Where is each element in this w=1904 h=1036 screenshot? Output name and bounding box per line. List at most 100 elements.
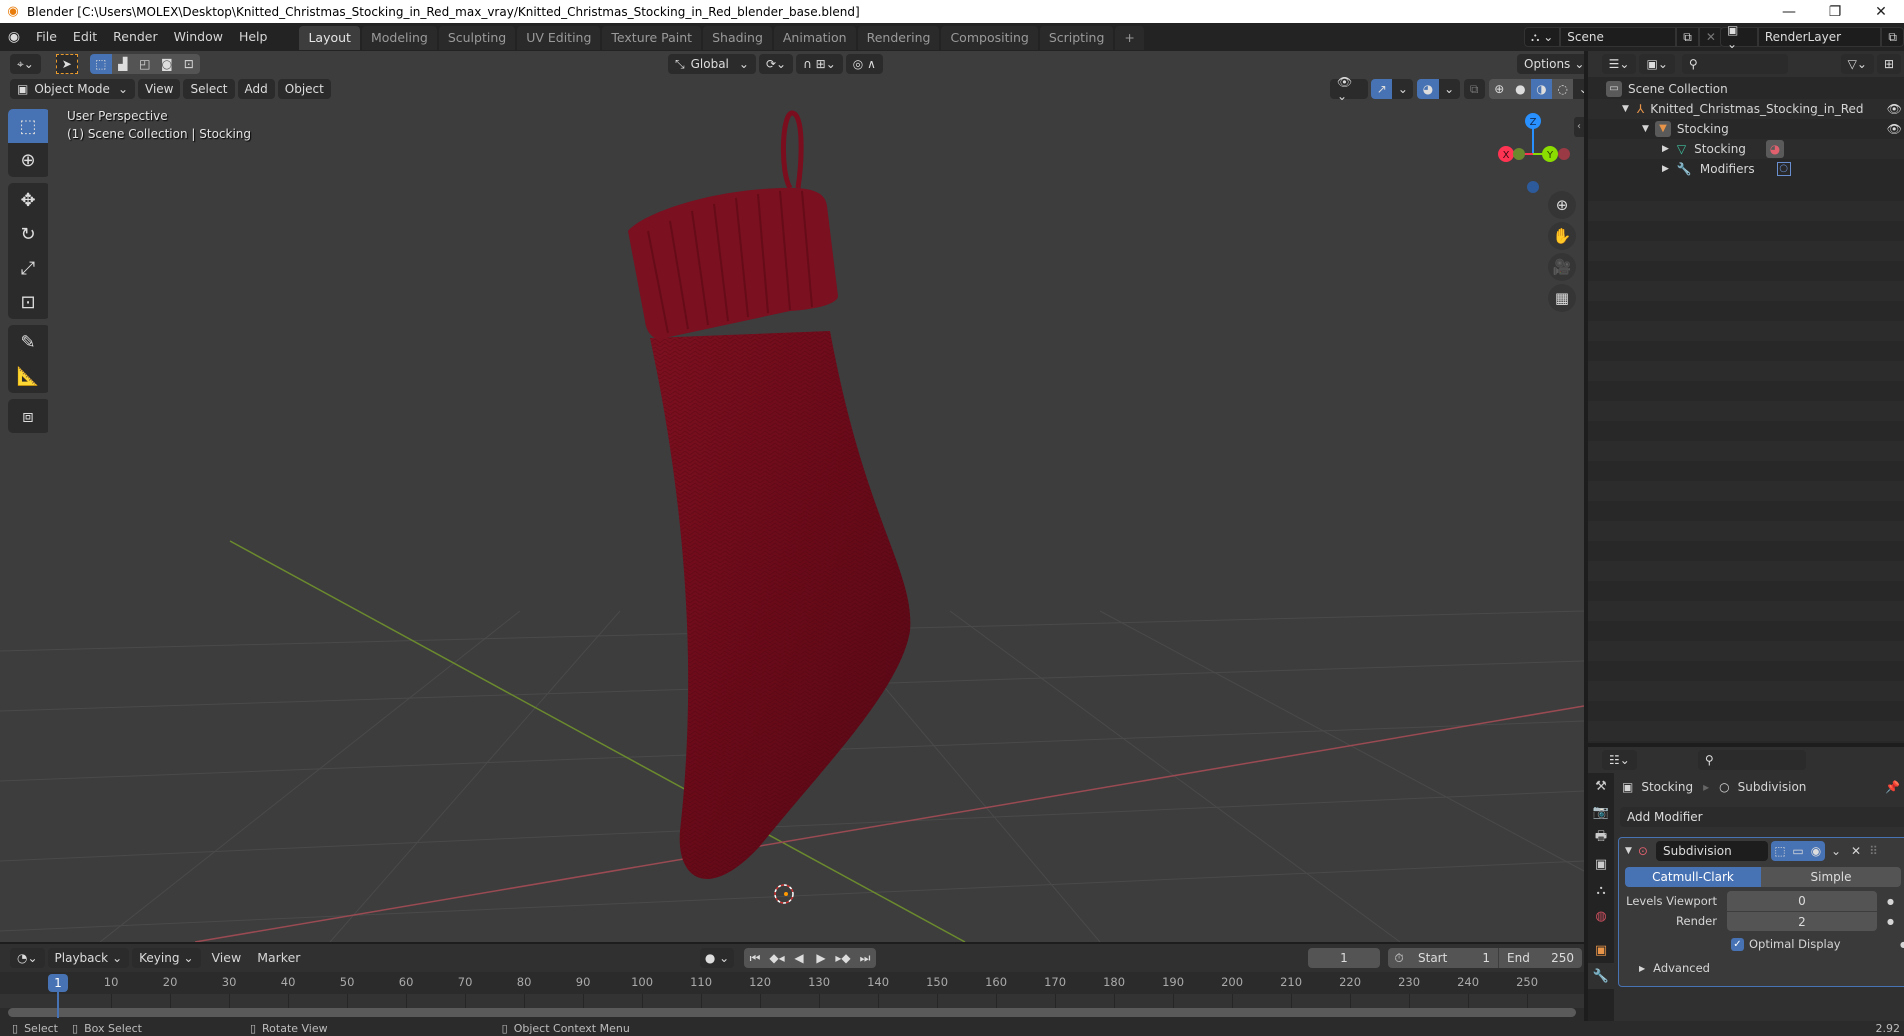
tab-layout[interactable]: Layout xyxy=(299,26,360,50)
outliner-editor-type-button[interactable]: ☰⌄ xyxy=(1601,54,1637,74)
overlays-toggle[interactable]: ◕ xyxy=(1417,79,1439,99)
next-keyframe-button[interactable]: ▸◆ xyxy=(832,948,854,968)
timeline-menu-playback[interactable]: Playback ⌄ xyxy=(47,948,130,968)
menu-window[interactable]: Window xyxy=(166,23,231,51)
simple-option[interactable]: Simple xyxy=(1761,867,1901,887)
maximize-button[interactable]: ❐ xyxy=(1812,0,1858,23)
tool-cursor[interactable]: ⊕ xyxy=(8,143,48,177)
gizmo-neg-y-axis[interactable] xyxy=(1513,148,1525,160)
visibility-eye-icon[interactable]: 👁 xyxy=(1887,122,1902,136)
navigation-gizmo[interactable]: Z X Y xyxy=(1490,106,1570,196)
ortho-toggle-button[interactable]: ▦ xyxy=(1548,284,1576,312)
prev-keyframe-button[interactable]: ◆◂ xyxy=(766,948,788,968)
proportional-editing-toggle[interactable]: ◎ ∧ xyxy=(845,54,883,74)
shading-rendered-button[interactable]: ◌ xyxy=(1552,79,1574,99)
shading-dropdown[interactable]: ⌄ xyxy=(1573,79,1584,99)
collapse-triangle-icon[interactable]: ▶ xyxy=(1662,144,1669,154)
auto-keying-toggle[interactable]: ● ⌄ xyxy=(700,948,734,968)
tool-add-cube[interactable]: ⧈ xyxy=(8,399,48,433)
visibility-eye-icon[interactable]: 👁 xyxy=(1887,102,1902,116)
chevron-down-icon[interactable]: ⌄ xyxy=(1831,844,1841,858)
tab-scene[interactable]: ⛬ xyxy=(1588,877,1614,903)
subdivision-modifier-icon[interactable]: ○ xyxy=(1776,162,1791,176)
render-levels-field[interactable]: 2 xyxy=(1727,911,1877,931)
add-workspace-button[interactable]: + xyxy=(1115,26,1144,50)
jump-end-button[interactable]: ⏭ xyxy=(854,948,876,968)
menu-help[interactable]: Help xyxy=(231,23,276,51)
outliner-row-collection[interactable]: ▼ ⅄ Knitted_Christmas_Stocking_in_Red 👁 xyxy=(1588,99,1904,119)
tab-animation[interactable]: Animation xyxy=(773,26,856,50)
frame-start-field[interactable]: Start 1 xyxy=(1410,948,1498,968)
gizmo-neg-z-axis[interactable] xyxy=(1527,181,1539,193)
viewport-menu-select[interactable]: Select xyxy=(183,79,235,99)
playhead[interactable]: 1 xyxy=(48,974,68,992)
select-mode-intersect-button[interactable]: ⊡ xyxy=(177,54,200,74)
blender-menu-icon[interactable]: ◉ xyxy=(0,29,28,45)
timeline-editor-type-button[interactable]: ◔⌄ xyxy=(10,948,45,968)
drag-handle-icon[interactable]: ⠿ xyxy=(1869,844,1878,858)
material-icon[interactable]: ◕ xyxy=(1765,140,1784,158)
options-dropdown[interactable]: Options ⌄ xyxy=(1517,54,1584,74)
scene-name-field[interactable]: Scene xyxy=(1560,27,1677,47)
timeline-scrollbar[interactable] xyxy=(8,1008,1576,1017)
tab-compositing[interactable]: Compositing xyxy=(941,26,1038,50)
tool-annotate[interactable]: ✎ xyxy=(8,325,48,359)
gizmo-neg-x-axis[interactable] xyxy=(1558,148,1570,160)
viewport-display-toggle[interactable]: ▭ xyxy=(1788,841,1807,861)
tool-rotate[interactable]: ↻ xyxy=(8,217,48,251)
display-mode-dropdown[interactable]: ▣⌄ xyxy=(1639,54,1675,74)
expand-triangle-icon[interactable]: ▶ xyxy=(1639,964,1645,973)
collapse-triangle-icon[interactable]: ▶ xyxy=(1662,164,1669,174)
tool-measure[interactable]: 📐 xyxy=(8,359,48,393)
new-scene-button[interactable]: ⧉ xyxy=(1676,27,1699,47)
properties-editor-type-button[interactable]: ☷⌄ xyxy=(1602,750,1637,770)
timeline-menu-marker[interactable]: Marker xyxy=(249,944,308,972)
current-frame-field[interactable]: 1 xyxy=(1308,948,1380,968)
shading-solid-button[interactable]: ● xyxy=(1509,79,1531,99)
tool-select-box[interactable]: ⬚ xyxy=(8,109,48,143)
select-mode-subtract-button[interactable]: ◰ xyxy=(133,54,156,74)
tab-shading[interactable]: Shading xyxy=(703,26,772,50)
tab-modeling[interactable]: Modeling xyxy=(361,26,437,50)
camera-view-button[interactable]: 🎥 xyxy=(1548,253,1576,281)
minimize-button[interactable]: — xyxy=(1766,0,1812,23)
outliner-row-object-stocking[interactable]: ▼ ▼ Stocking 👁 xyxy=(1588,119,1904,139)
new-collection-button[interactable]: ⊞ xyxy=(1876,54,1901,74)
viewport-menu-view[interactable]: View xyxy=(138,79,181,99)
sidebar-toggle[interactable]: ‹ xyxy=(1574,117,1584,137)
view-layer-name-field[interactable]: RenderLayer xyxy=(1757,27,1882,47)
animate-dot-icon[interactable]: ● xyxy=(1900,940,1904,949)
play-button[interactable]: ▶ xyxy=(810,948,832,968)
animate-dot-icon[interactable]: ● xyxy=(1887,897,1894,906)
xray-toggle[interactable]: ⧉ xyxy=(1463,79,1485,99)
scene-selector-button[interactable]: ⛬ ⌄ xyxy=(1524,27,1561,47)
menu-edit[interactable]: Edit xyxy=(65,23,105,51)
tool-scale[interactable]: ⤢ xyxy=(8,251,48,285)
tool-transform[interactable]: ⊡ xyxy=(8,285,48,319)
tool-move[interactable]: ✥ xyxy=(8,183,48,217)
gizmo-toggle[interactable]: ↗ xyxy=(1371,79,1393,99)
preview-range-toggle[interactable]: ⏱ xyxy=(1388,948,1410,968)
jump-start-button[interactable]: ⏮ xyxy=(744,948,766,968)
properties-search-input[interactable]: ⚲ xyxy=(1697,750,1806,770)
tab-sculpting[interactable]: Sculpting xyxy=(438,26,516,50)
pan-view-button[interactable]: ✋ xyxy=(1548,222,1576,250)
tab-uv-editing[interactable]: UV Editing xyxy=(517,26,601,50)
pivot-point-dropdown[interactable]: ⟳⌄ xyxy=(758,54,794,74)
tab-object[interactable]: ▣ xyxy=(1588,937,1614,963)
select-mode-invert-button[interactable]: ◙ xyxy=(155,54,178,74)
tab-render[interactable]: 📷 xyxy=(1588,799,1614,825)
tab-texture-paint[interactable]: Texture Paint xyxy=(602,26,702,50)
menu-file[interactable]: File xyxy=(28,23,65,51)
timeline-ruler[interactable]: 10 20 30 40 50 60 70 80 90 100 110 120 130 140 150 160 1… xyxy=(0,972,1584,994)
view-layer-selector-button[interactable]: ▣ ⌄ xyxy=(1720,23,1758,51)
render-toggle[interactable]: ◉ xyxy=(1806,841,1825,861)
outliner-row-mesh-data[interactable]: ▶ ▽ Stocking ◕ xyxy=(1588,139,1904,159)
animate-dot-icon[interactable]: ● xyxy=(1887,917,1894,926)
select-mode-extend-button[interactable]: ▟ xyxy=(111,54,134,74)
expand-triangle-icon[interactable]: ▼ xyxy=(1622,104,1629,114)
advanced-subpanel-label[interactable]: Advanced xyxy=(1653,961,1710,975)
timeline-menu-keying[interactable]: Keying ⌄ xyxy=(132,948,201,968)
snap-toggle[interactable]: ∩ ⊞⌄ xyxy=(796,54,843,74)
expand-triangle-icon[interactable]: ▼ xyxy=(1642,124,1649,134)
